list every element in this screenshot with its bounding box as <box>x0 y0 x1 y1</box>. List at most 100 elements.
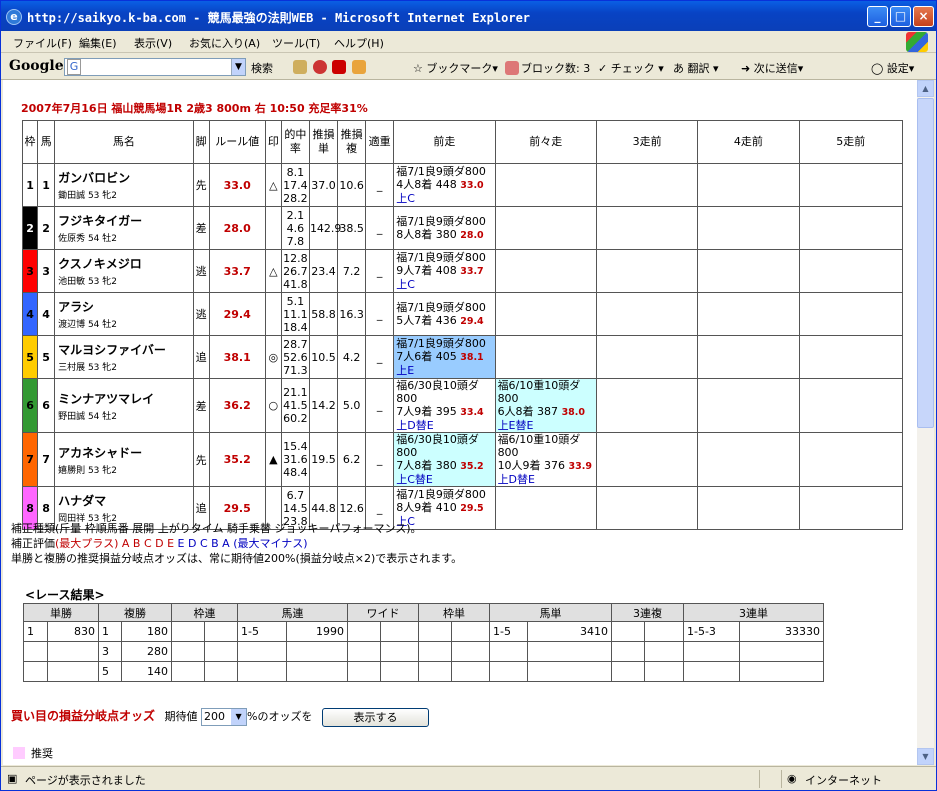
horse-cell: フジキタイガー 佐原秀 54 牡2 <box>54 206 194 250</box>
google-search-input[interactable]: G ▼ <box>64 58 246 76</box>
mark-cell: ▲ <box>264 432 282 487</box>
chevron-down-icon[interactable]: ▼ <box>231 709 247 725</box>
pagerank-icon[interactable] <box>312 60 327 74</box>
results-cell <box>347 661 381 682</box>
past-race-cell <box>697 335 800 379</box>
chevron-down-icon[interactable]: ▼ <box>231 59 245 75</box>
waku-cell: 3 <box>21 249 39 293</box>
news-icon[interactable] <box>293 60 307 74</box>
rule-value-cell: 33.0 <box>208 163 266 207</box>
menu-tools[interactable]: ツール(T) <box>272 35 320 51</box>
past-race-info: 福7/1良9頭ダ800 <box>396 251 486 264</box>
place-odds-cell: 7.2 <box>337 249 367 293</box>
past-race-cell <box>595 249 699 293</box>
results-cell: 1 <box>98 621 122 642</box>
scroll-thumb[interactable] <box>917 98 934 428</box>
place-odds-cell: 5.0 <box>337 378 367 433</box>
hit-rate-value: 26.7 <box>283 264 308 278</box>
results-cell <box>611 641 645 662</box>
results-cell <box>286 641 348 662</box>
menu-edit[interactable]: 編集(E) <box>79 35 117 51</box>
past-race-cell <box>494 249 597 293</box>
past-race-result: 5人7着 436 29.4 <box>396 314 494 328</box>
past-race-cell <box>595 432 699 487</box>
spellcheck-button[interactable]: ✓ チェック ▾ <box>598 60 664 76</box>
hit-rate-value: 60.2 <box>283 412 308 425</box>
past-race-cell <box>697 249 800 293</box>
results-cell: 5 <box>98 661 122 682</box>
send-to-button[interactable]: ➜ 次に送信▾ <box>741 60 803 76</box>
results-cell <box>237 661 287 682</box>
past-race-result: 8人9着 410 29.5 <box>396 501 494 515</box>
header-place: 推損複 <box>337 120 367 164</box>
menu-file[interactable]: ファイル(F) <box>13 35 72 51</box>
horse-name-link[interactable]: クスノキメジロ <box>55 255 192 272</box>
horse-cell: アラシ 渡辺博 54 牡2 <box>54 292 194 336</box>
fit-weight-cell: _ <box>365 378 395 433</box>
odds-label: 買い目の損益分岐点オッズ <box>11 709 156 723</box>
waku-cell: 7 <box>21 432 39 487</box>
toolbar-icons[interactable] <box>293 60 368 74</box>
table-header-row: 枠 馬 馬名 脚 ルール値 印 的中率 推損単 推損複 適重 前走 前々走 3走… <box>21 120 904 164</box>
horse-name-link[interactable]: ハナダマ <box>55 492 192 509</box>
settings-button[interactable]: ◯ 設定▾ <box>871 60 914 76</box>
google-logo: Google <box>9 58 64 74</box>
results-header-fukusho: 複勝 <box>98 603 172 622</box>
results-cell <box>23 661 48 682</box>
horse-name-link[interactable]: ミンナアツマレイ <box>55 390 192 407</box>
horse-name-link[interactable]: アラシ <box>55 298 192 315</box>
past-race-value: 33.0 <box>460 180 484 191</box>
hit-rate-value: 14.5 <box>283 501 308 515</box>
hit-rate-value: 28.7 <box>283 337 308 351</box>
jockey-info: 嬉勝則 53 牝2 <box>58 465 117 476</box>
title-bar[interactable]: e http://saikyo.k-ba.com - 競馬最強の法則WEB - … <box>1 1 936 31</box>
results-cell <box>418 661 452 682</box>
header-prev1: 前走 <box>393 120 496 164</box>
results-cell <box>611 661 645 682</box>
results-cell <box>380 621 419 642</box>
mark-cell <box>264 292 282 336</box>
horse-name-link[interactable]: フジキタイガー <box>55 212 192 229</box>
rule-value-cell: 38.1 <box>208 335 266 379</box>
horse-name-link[interactable]: マルヨシファイバー <box>55 341 192 358</box>
legend-blue-grades: E D C B A <box>177 537 230 550</box>
scroll-up-button[interactable]: ▲ <box>917 80 934 97</box>
fit-weight-cell: _ <box>365 335 395 379</box>
horse-name-link[interactable]: アカネシャドー <box>55 444 192 461</box>
past-race-cell: 福6/10重10頭ダ800 10人9着 376 33.9 上D替E <box>494 432 597 487</box>
menu-favorites[interactable]: お気に入り(A) <box>189 35 260 51</box>
show-button[interactable]: 表示する <box>321 707 429 727</box>
close-button[interactable]: × <box>913 6 934 27</box>
hit-rate-value: 5.1 <box>286 294 305 308</box>
results-header-wakuren: 枠連 <box>171 603 238 622</box>
jockey-info: 三村展 53 牝2 <box>58 363 117 373</box>
jockey-info: 野田誠 54 牡2 <box>58 411 117 422</box>
menu-view[interactable]: 表示(V) <box>134 35 172 51</box>
hit-rate-value: 12.8 <box>283 251 308 265</box>
past-race-result: 9人7着 408 33.7 <box>396 264 494 278</box>
blocked-button[interactable]: ブロック数: 3 <box>505 60 590 76</box>
popup-icon[interactable] <box>351 60 366 74</box>
minimize-button[interactable]: _ <box>867 6 888 27</box>
win-odds-cell: 23.4 <box>308 249 339 293</box>
fit-weight-cell: _ <box>365 292 395 336</box>
bookmark-button[interactable]: ☆ ブックマーク▾ <box>413 60 498 76</box>
ie-logo-icon: e <box>6 9 22 25</box>
vertical-scrollbar[interactable]: ▲ ▼ <box>917 80 934 765</box>
expect-value-select[interactable]: 200 ▼ <box>201 708 248 726</box>
odds-suffix: %のオッズを <box>247 710 313 723</box>
horse-number-cell: 7 <box>37 432 56 487</box>
header-uma: 馬 <box>37 120 56 164</box>
settings-label: 設定▾ <box>886 62 915 75</box>
header-name: 馬名 <box>54 120 194 164</box>
horse-name-link[interactable]: ガンバロビン <box>55 169 192 186</box>
translate-button[interactable]: あ 翻訳 ▾ <box>673 60 719 76</box>
maximize-button[interactable]: □ <box>890 6 911 27</box>
scroll-down-button[interactable]: ▼ <box>917 748 934 765</box>
yahoo-icon[interactable] <box>332 60 346 74</box>
results-cell <box>739 661 824 682</box>
past-race-result: 4人8着 448 33.0 <box>396 178 494 192</box>
menu-help[interactable]: ヘルプ(H) <box>334 35 384 51</box>
google-search-button[interactable]: 検索 <box>251 60 273 76</box>
header-rule: ルール値 <box>208 120 266 164</box>
